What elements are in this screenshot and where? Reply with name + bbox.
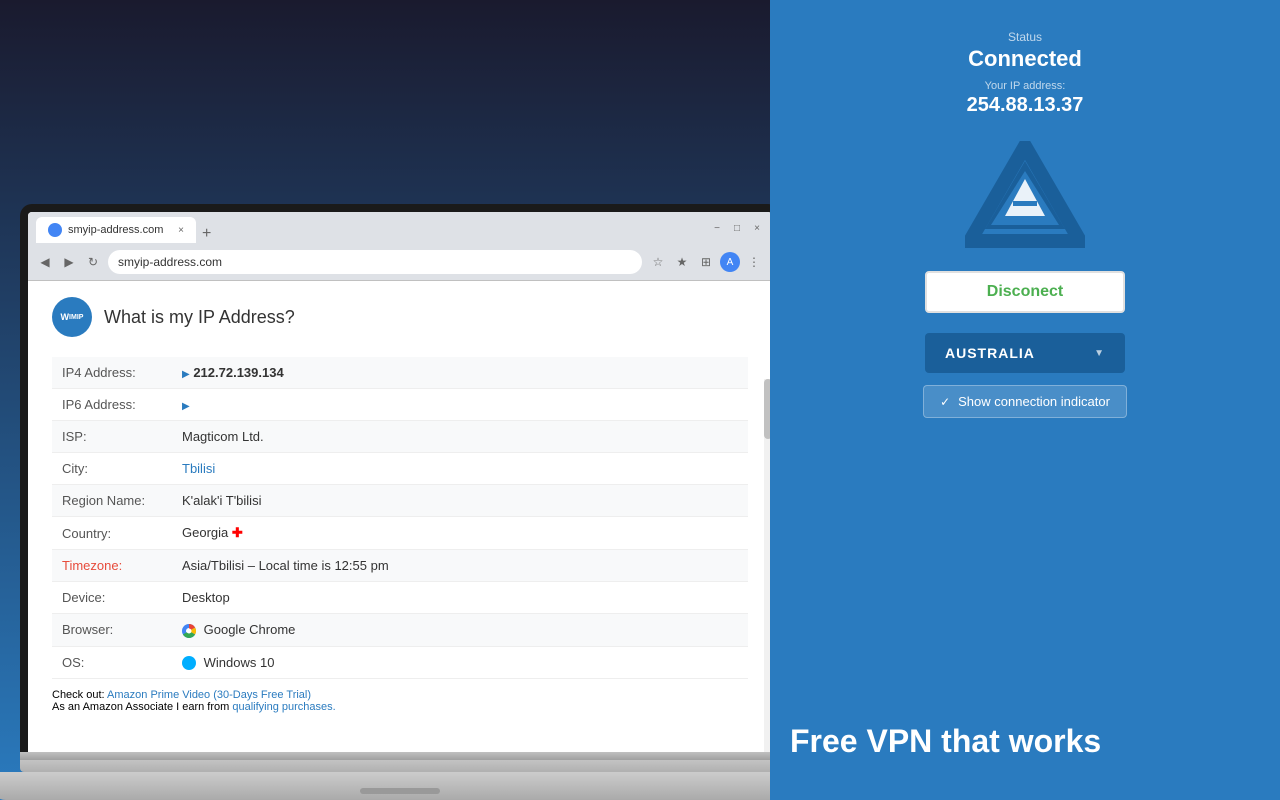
back-button[interactable]: ◀ xyxy=(36,253,54,271)
profile-icon[interactable]: A xyxy=(720,252,740,272)
window-controls: − □ × xyxy=(710,221,764,235)
label-region: Region Name: xyxy=(52,485,172,517)
laptop: smyip-address.com × + − □ × xyxy=(0,204,830,800)
table-row: Browser: xyxy=(52,614,748,647)
laptop-notch xyxy=(360,788,440,794)
left-panel: smyip-address.com × + − □ × xyxy=(0,0,770,800)
promo-link[interactable]: Amazon Prime Video (30-Days Free Trial) xyxy=(107,689,311,701)
tab-close-btn[interactable]: × xyxy=(178,225,184,236)
close-button[interactable]: × xyxy=(750,221,764,235)
ip-arrow: ▶ xyxy=(182,369,190,380)
region-value: K'alak'i T'bilisi xyxy=(172,485,748,517)
browser-chrome: smyip-address.com × + − □ × xyxy=(28,212,772,281)
browser-content: W IMIP What is my IP Address? IP4 Addres… xyxy=(28,281,772,723)
dropdown-arrow-icon: ▼ xyxy=(1094,348,1105,359)
browser-actions: ☆ ★ ⊞ A ⋮ xyxy=(648,252,764,272)
label-ip4: IP4 Address: xyxy=(52,357,172,389)
table-row: OS: Windows 10 xyxy=(52,646,748,679)
screen-bezel: smyip-address.com × + − □ × xyxy=(20,204,780,752)
table-row: IP6 Address: ▶ xyxy=(52,389,748,421)
label-browser: Browser: xyxy=(52,614,172,647)
table-row: Timezone: Asia/Tbilisi – Local time is 1… xyxy=(52,550,748,582)
laptop-hinge xyxy=(20,752,780,760)
label-isp: ISP: xyxy=(52,421,172,453)
table-row: Device: Desktop xyxy=(52,582,748,614)
table-row: City: Tbilisi xyxy=(52,453,748,485)
vpn-status-section: Status Connected Your IP address: 254.88… xyxy=(967,30,1084,137)
chrome-icon xyxy=(182,624,196,638)
table-row: ISP: Magticom Ltd. xyxy=(52,421,748,453)
address-input[interactable]: smyip-address.com xyxy=(108,250,642,274)
promo-prefix: Check out: xyxy=(52,689,107,701)
country-flag: ✚ xyxy=(232,525,243,540)
ip6-arrow: ▶ xyxy=(182,401,190,412)
laptop-base xyxy=(20,752,780,772)
isp-value: Magticom Ltd. xyxy=(172,421,748,453)
ip4-value: 212.72.139.134 xyxy=(193,365,283,380)
show-indicator-button[interactable]: ✓ Show connection indicator xyxy=(923,385,1127,418)
label-os: OS: xyxy=(52,646,172,679)
split-screen-icon[interactable]: ⊞ xyxy=(696,252,716,272)
promo-sub: As an Amazon Associate I earn from xyxy=(52,701,232,713)
minimize-button[interactable]: − xyxy=(710,221,724,235)
table-row: Country: Georgia ✚ xyxy=(52,517,748,550)
qualifying-link[interactable]: qualifying purchases. xyxy=(232,701,335,713)
status-label: Status xyxy=(967,30,1084,44)
free-vpn-text: Free VPN that works xyxy=(790,723,1101,760)
ip-label: Your IP address: xyxy=(967,80,1084,92)
checkmark-icon: ✓ xyxy=(940,395,950,409)
label-device: Device: xyxy=(52,582,172,614)
city-link[interactable]: Tbilisi xyxy=(182,461,215,476)
windows-icon xyxy=(182,656,196,670)
label-country: Country: xyxy=(52,517,172,550)
refresh-button[interactable]: ↻ xyxy=(84,253,102,271)
country-selector[interactable]: AUSTRALIA ▼ xyxy=(925,333,1125,373)
laptop-base-area xyxy=(0,752,830,800)
table-row: Region Name: K'alak'i T'bilisi xyxy=(52,485,748,517)
browser-tab[interactable]: smyip-address.com × xyxy=(36,217,196,243)
vpn-logo xyxy=(965,141,1085,251)
site-header: W IMIP What is my IP Address? xyxy=(52,297,748,337)
disconnect-button[interactable]: Disconect xyxy=(925,271,1125,313)
browser-value: Google Chrome xyxy=(204,622,296,637)
label-city: City: xyxy=(52,453,172,485)
status-value: Connected xyxy=(967,46,1084,72)
maximize-button[interactable]: □ xyxy=(730,221,744,235)
browser-title-bar: smyip-address.com × + − □ × xyxy=(28,212,772,244)
promo-section: Check out: Amazon Prime Video (30-Days F… xyxy=(52,689,748,713)
laptop-screen: smyip-address.com × + − □ × xyxy=(28,212,772,752)
collections-icon[interactable]: ★ xyxy=(672,252,692,272)
new-tab-button[interactable]: + xyxy=(196,225,217,243)
table-row: IP4 Address: ▶ 212.72.139.134 xyxy=(52,357,748,389)
country-label: AUSTRALIA xyxy=(945,345,1035,361)
site-title: What is my IP Address? xyxy=(104,307,295,328)
tab-title: smyip-address.com xyxy=(68,224,163,236)
label-ip6: IP6 Address: xyxy=(52,389,172,421)
menu-icon[interactable]: ⋮ xyxy=(744,252,764,272)
ip-value: 254.88.13.37 xyxy=(967,94,1084,117)
country-value: Georgia xyxy=(182,525,232,540)
bookmark-icon[interactable]: ☆ xyxy=(648,252,668,272)
ip-table: IP4 Address: ▶ 212.72.139.134 IP6 Addres… xyxy=(52,357,748,679)
laptop-bottom xyxy=(0,772,810,800)
os-value: Windows 10 xyxy=(204,655,275,670)
forward-button[interactable]: ▶ xyxy=(60,253,78,271)
wimip-logo: W IMIP xyxy=(52,297,92,337)
timezone-value: Asia/Tbilisi – Local time is 12:55 pm xyxy=(172,550,748,582)
show-indicator-label: Show connection indicator xyxy=(958,394,1110,409)
vpn-panel: Status Connected Your IP address: 254.88… xyxy=(770,0,1280,800)
address-bar: ◀ ▶ ↻ smyip-address.com ☆ ★ ⊞ A ⋮ xyxy=(28,244,772,280)
device-value: Desktop xyxy=(172,582,748,614)
tab-favicon xyxy=(48,223,62,237)
label-timezone: Timezone: xyxy=(62,558,122,573)
